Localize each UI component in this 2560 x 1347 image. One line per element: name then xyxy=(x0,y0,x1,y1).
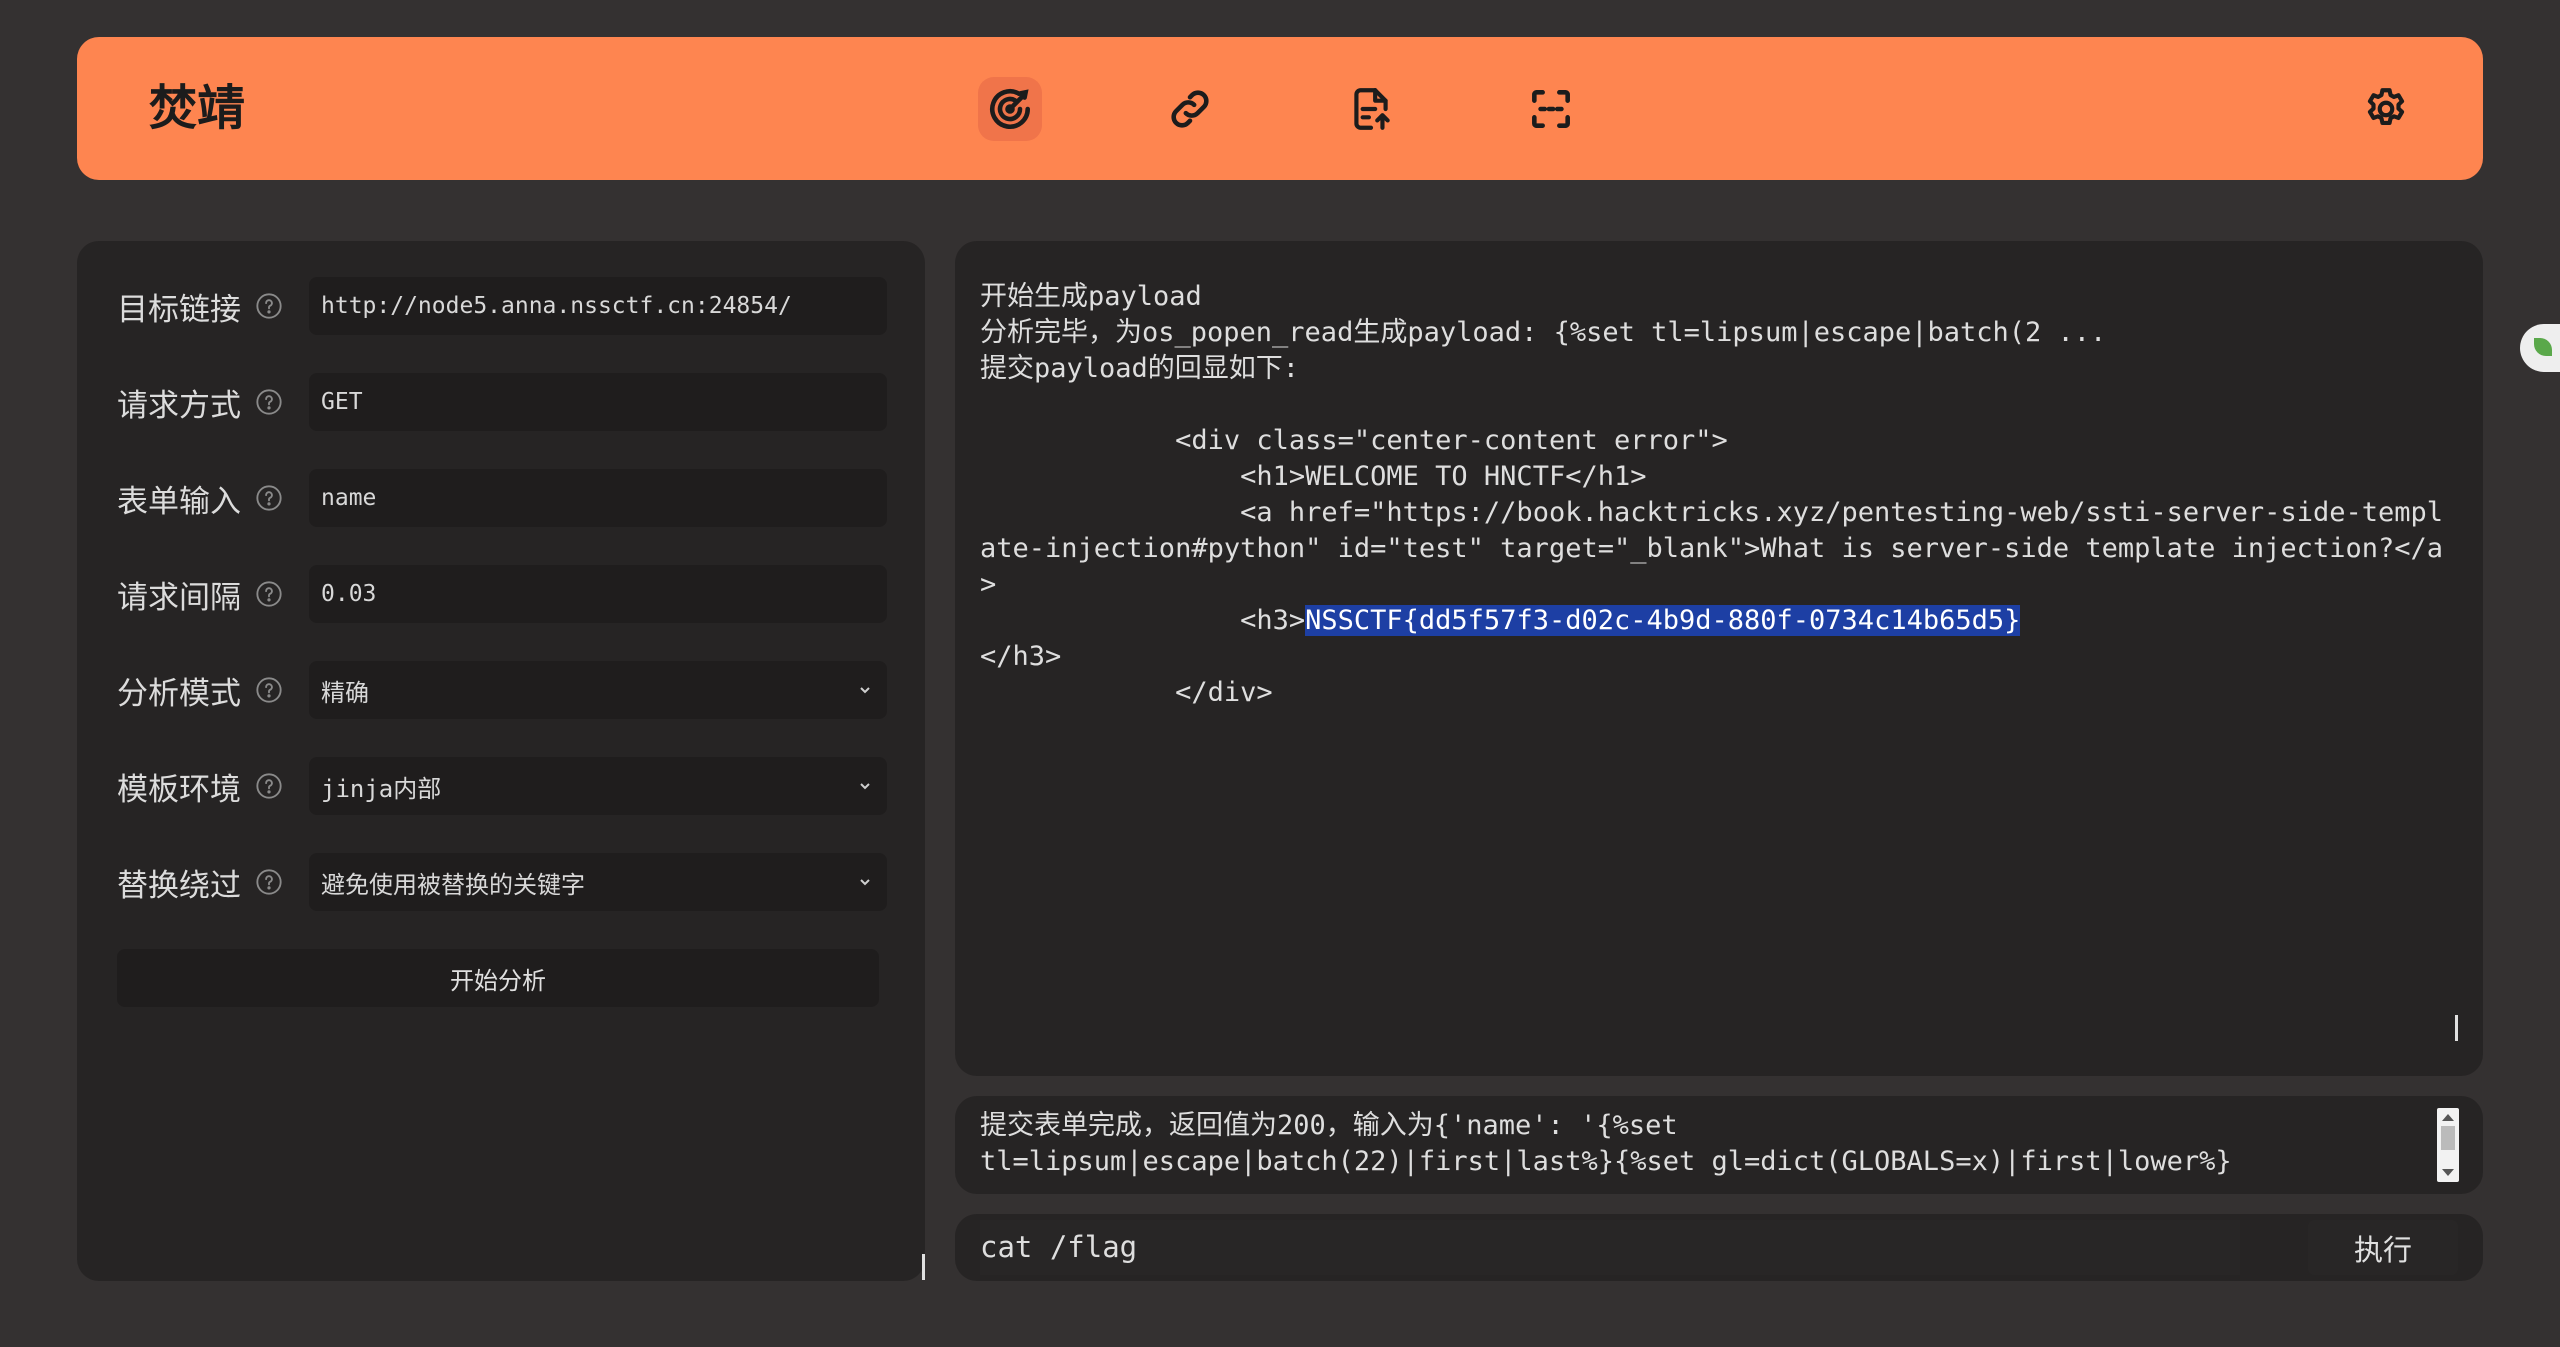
log-scrollbar[interactable] xyxy=(2437,1108,2459,1182)
start-analysis-button[interactable]: 开始分析 xyxy=(117,949,879,1007)
analysis-mode-label: 分析模式 xyxy=(117,675,241,712)
command-input[interactable]: cat /flag xyxy=(980,1220,2240,1275)
output-text: 开始生成payload 分析完毕，为os_popen_read生成payload… xyxy=(980,279,2450,711)
replace-bypass-value: 避免使用被替换的关键字 xyxy=(321,870,585,899)
help-icon[interactable] xyxy=(255,484,283,512)
analysis-form-panel: 目标链接 http://node5.anna.nssctf.cn:24854/ … xyxy=(77,241,925,1281)
chevron-down-icon xyxy=(860,783,870,790)
output-text-after: </h3> </div> xyxy=(980,641,1273,708)
output-text-before: 开始生成payload 分析完毕，为os_popen_read生成payload… xyxy=(980,281,2443,636)
chevron-down-icon xyxy=(860,687,870,694)
text-cursor xyxy=(922,1254,925,1280)
analysis-mode-row: 分析模式 精确 xyxy=(117,661,887,719)
nav-target-icon[interactable] xyxy=(978,77,1042,141)
help-icon[interactable] xyxy=(255,676,283,704)
log-panel[interactable]: 提交表单完成，返回值为200，输入为{'name': '{%set tl=lip… xyxy=(955,1096,2483,1194)
request-method-input[interactable]: GET xyxy=(309,373,887,431)
form-input-row: 表单输入 name xyxy=(117,469,887,527)
help-icon[interactable] xyxy=(255,580,283,608)
request-interval-input[interactable]: 0.03 xyxy=(309,565,887,623)
floating-side-tab[interactable] xyxy=(2520,324,2560,372)
output-panel[interactable]: 开始生成payload 分析完毕，为os_popen_read生成payload… xyxy=(955,241,2483,1076)
scroll-down-icon[interactable] xyxy=(2442,1169,2454,1176)
analysis-mode-select[interactable]: 精确 xyxy=(309,661,887,719)
scroll-up-icon[interactable] xyxy=(2442,1114,2454,1121)
nav-document-upload-icon[interactable] xyxy=(1339,77,1403,141)
request-interval-label: 请求间隔 xyxy=(117,579,241,616)
replace-bypass-label: 替换绕过 xyxy=(117,867,241,904)
flag-highlight: NSSCTF{dd5f57f3-d02c-4b9d-880f-0734c14b6… xyxy=(1305,605,2021,636)
text-cursor xyxy=(2455,1015,2458,1041)
leaf-icon xyxy=(2534,338,2552,356)
replace-bypass-row: 替换绕过 避免使用被替换的关键字 xyxy=(117,853,887,911)
target-url-row: 目标链接 http://node5.anna.nssctf.cn:24854/ xyxy=(117,277,887,335)
request-method-row: 请求方式 GET xyxy=(117,373,887,431)
app-brand: 焚靖 xyxy=(149,80,246,136)
target-url-input[interactable]: http://node5.anna.nssctf.cn:24854/ xyxy=(309,277,887,335)
top-navbar: 焚靖 xyxy=(77,37,2483,180)
command-panel: cat /flag 执行 xyxy=(955,1214,2483,1281)
help-icon[interactable] xyxy=(255,772,283,800)
help-icon[interactable] xyxy=(255,868,283,896)
form-input-label: 表单输入 xyxy=(117,483,241,520)
app-window: 焚靖 目标链接 http://node5.anna.nssctf.cn:2485… xyxy=(0,0,2560,1347)
analysis-mode-value: 精确 xyxy=(321,678,369,707)
settings-gear-icon[interactable] xyxy=(2354,77,2418,141)
chevron-down-icon xyxy=(860,879,870,886)
log-text: 提交表单完成，返回值为200，输入为{'name': '{%set tl=lip… xyxy=(980,1110,2232,1177)
execute-button[interactable]: 执行 xyxy=(2308,1220,2458,1275)
request-interval-row: 请求间隔 0.03 xyxy=(117,565,887,623)
help-icon[interactable] xyxy=(255,292,283,320)
help-icon[interactable] xyxy=(255,388,283,416)
nav-scan-frame-icon[interactable] xyxy=(1519,77,1583,141)
request-method-label: 请求方式 xyxy=(117,387,241,424)
target-url-label: 目标链接 xyxy=(117,291,241,328)
scroll-thumb[interactable] xyxy=(2441,1126,2455,1150)
nav-link-icon[interactable] xyxy=(1158,77,1222,141)
form-input-field[interactable]: name xyxy=(309,469,887,527)
template-env-label: 模板环境 xyxy=(117,771,241,808)
template-env-select[interactable]: jinja内部 xyxy=(309,757,887,815)
template-env-value: jinja内部 xyxy=(321,774,442,803)
template-env-row: 模板环境 jinja内部 xyxy=(117,757,887,815)
replace-bypass-select[interactable]: 避免使用被替换的关键字 xyxy=(309,853,887,911)
